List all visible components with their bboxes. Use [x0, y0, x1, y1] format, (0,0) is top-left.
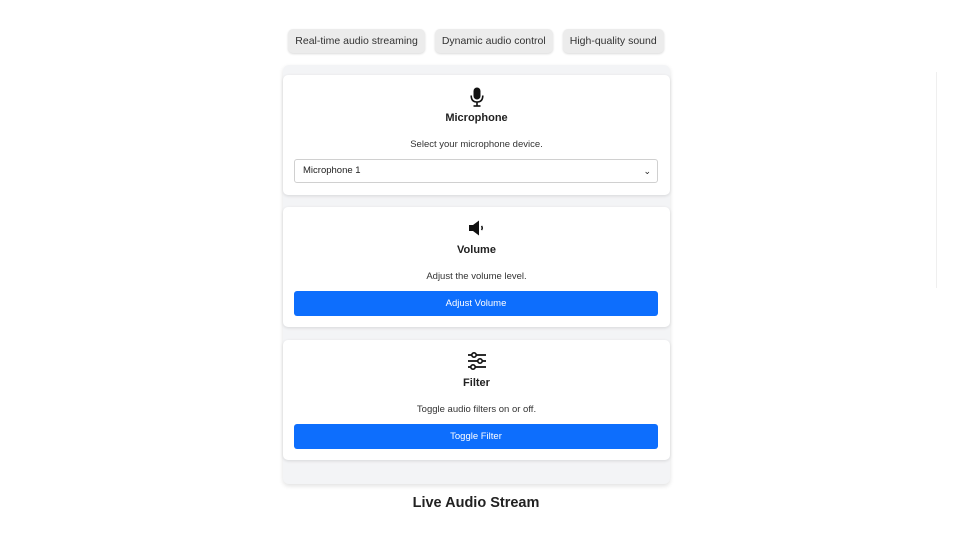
speaker-icon [283, 219, 670, 241]
feature-tag: Dynamic audio control [434, 29, 553, 53]
microphone-icon [283, 87, 670, 109]
filter-card: Filter Toggle audio filters on or off. T… [283, 340, 670, 460]
divider [936, 72, 937, 288]
microphone-card: Microphone Select your microphone device… [283, 75, 670, 195]
page: Real-time audio streaming Dynamic audio … [0, 0, 960, 540]
sliders-icon [283, 352, 670, 374]
filter-title: Filter [463, 377, 490, 389]
toggle-filter-button[interactable]: Toggle Filter [294, 424, 658, 449]
feature-tag: Real-time audio streaming [288, 29, 425, 53]
page-title: Live Audio Stream [412, 495, 540, 511]
microphone-title: Microphone [445, 112, 508, 124]
volume-description: Adjust the volume level. [426, 271, 527, 282]
controls-panel: Microphone Select your microphone device… [283, 65, 670, 484]
filter-description: Toggle audio filters on or off. [416, 404, 537, 415]
microphone-select[interactable]: Microphone 1 ⌄ [294, 159, 658, 183]
adjust-volume-button[interactable]: Adjust Volume [294, 291, 658, 316]
microphone-description: Select your microphone device. [410, 139, 543, 150]
microphone-select-value: Microphone 1 [303, 165, 361, 176]
volume-title: Volume [457, 244, 496, 256]
volume-card: Volume Adjust the volume level. Adjust V… [283, 207, 670, 327]
chevron-down-icon: ⌄ [643, 166, 651, 176]
feature-tag: High-quality sound [562, 29, 664, 53]
feature-tags: Real-time audio streaming Dynamic audio … [0, 29, 952, 53]
